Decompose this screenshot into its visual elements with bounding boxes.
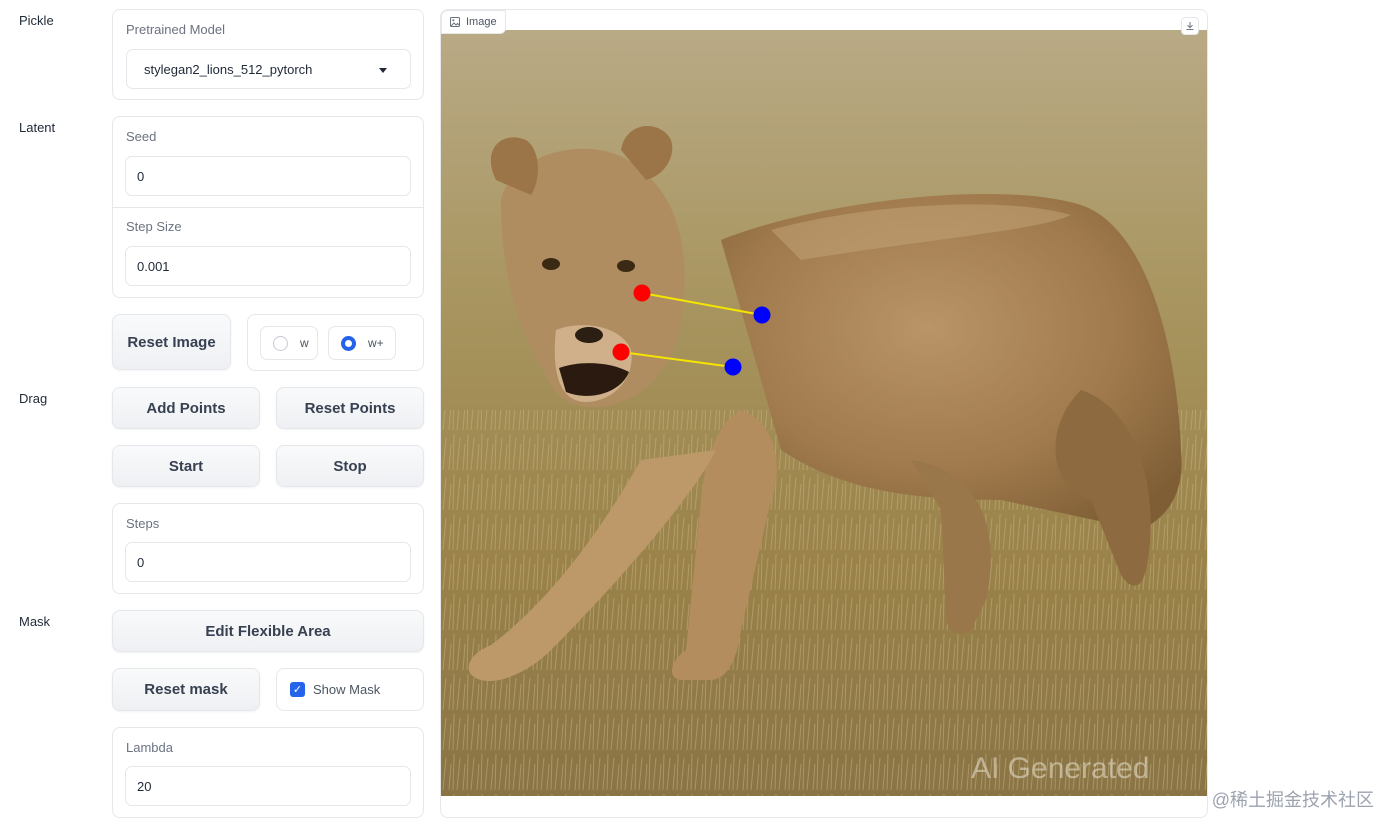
steps-input[interactable]: 0 bbox=[125, 542, 411, 582]
radio-unchecked-icon bbox=[273, 335, 288, 351]
pretrained-model-label: Pretrained Model bbox=[126, 22, 225, 37]
target-point-2[interactable] bbox=[724, 358, 742, 376]
add-points-button[interactable]: Add Points bbox=[112, 387, 260, 429]
stop-button[interactable]: Stop bbox=[276, 445, 424, 487]
section-label-pickle: Pickle bbox=[19, 13, 54, 28]
start-button[interactable]: Start bbox=[112, 445, 260, 487]
radio-option-w[interactable]: w bbox=[260, 326, 318, 360]
steps-label: Steps bbox=[126, 516, 160, 531]
divider bbox=[113, 207, 423, 208]
seed-input[interactable]: 0 bbox=[125, 156, 411, 196]
seed-value: 0 bbox=[137, 168, 145, 184]
steps-value: 0 bbox=[137, 554, 145, 570]
show-mask-label: Show Mask bbox=[313, 682, 381, 697]
radio-checked-icon bbox=[341, 335, 356, 351]
image-icon bbox=[450, 17, 460, 27]
ai-generated-overlay: AI Generated bbox=[971, 752, 1149, 785]
reset-image-button[interactable]: Reset Image bbox=[112, 314, 231, 370]
seed-label: Seed bbox=[126, 129, 157, 144]
pretrained-model-select[interactable]: stylegan2_lions_512_pytorch bbox=[126, 49, 411, 89]
reset-points-button[interactable]: Reset Points bbox=[276, 387, 424, 429]
pretrained-model-value: stylegan2_lions_512_pytorch bbox=[144, 61, 313, 77]
steps-panel: Steps 0 bbox=[112, 503, 424, 594]
pretrained-model-panel: Pretrained Model stylegan2_lions_512_pyt… bbox=[112, 9, 424, 100]
lambda-input[interactable]: 20 bbox=[125, 766, 411, 806]
step-size-input[interactable]: 0.001 bbox=[125, 246, 411, 286]
handle-point-2[interactable] bbox=[612, 343, 630, 361]
checkmark-icon: ✓ bbox=[290, 682, 305, 697]
chevron-down-icon bbox=[379, 68, 387, 73]
radio-label-w-plus: w+ bbox=[368, 336, 384, 350]
lambda-value: 20 bbox=[137, 778, 152, 794]
handle-point-1[interactable] bbox=[633, 284, 651, 302]
download-icon bbox=[1186, 22, 1194, 30]
radio-label-w: w bbox=[300, 336, 309, 350]
show-mask-checkbox[interactable]: ✓ Show Mask bbox=[276, 668, 424, 711]
section-label-drag: Drag bbox=[19, 391, 48, 406]
image-tag: Image bbox=[441, 10, 506, 34]
lambda-label: Lambda bbox=[126, 740, 173, 755]
edit-flexible-area-button[interactable]: Edit Flexible Area bbox=[112, 610, 424, 652]
section-label-latent: Latent bbox=[19, 120, 56, 135]
latent-params-panel: Seed 0 Step Size 0.001 bbox=[112, 116, 424, 298]
latent-space-radio-group: w w+ bbox=[247, 314, 424, 371]
target-point-1[interactable] bbox=[753, 306, 771, 324]
lambda-panel: Lambda 20 bbox=[112, 727, 424, 818]
step-size-value: 0.001 bbox=[137, 258, 170, 274]
reset-mask-button[interactable]: Reset mask bbox=[112, 668, 260, 711]
radio-option-w-plus[interactable]: w+ bbox=[328, 326, 396, 360]
step-size-label: Step Size bbox=[126, 219, 182, 234]
canvas-image[interactable]: AI Generated bbox=[441, 30, 1207, 796]
section-label-mask: Mask bbox=[19, 614, 51, 629]
download-button[interactable] bbox=[1181, 17, 1199, 35]
watermark: @稀土掘金技术社区 bbox=[1211, 790, 1374, 810]
image-tag-label: Image bbox=[466, 16, 497, 28]
